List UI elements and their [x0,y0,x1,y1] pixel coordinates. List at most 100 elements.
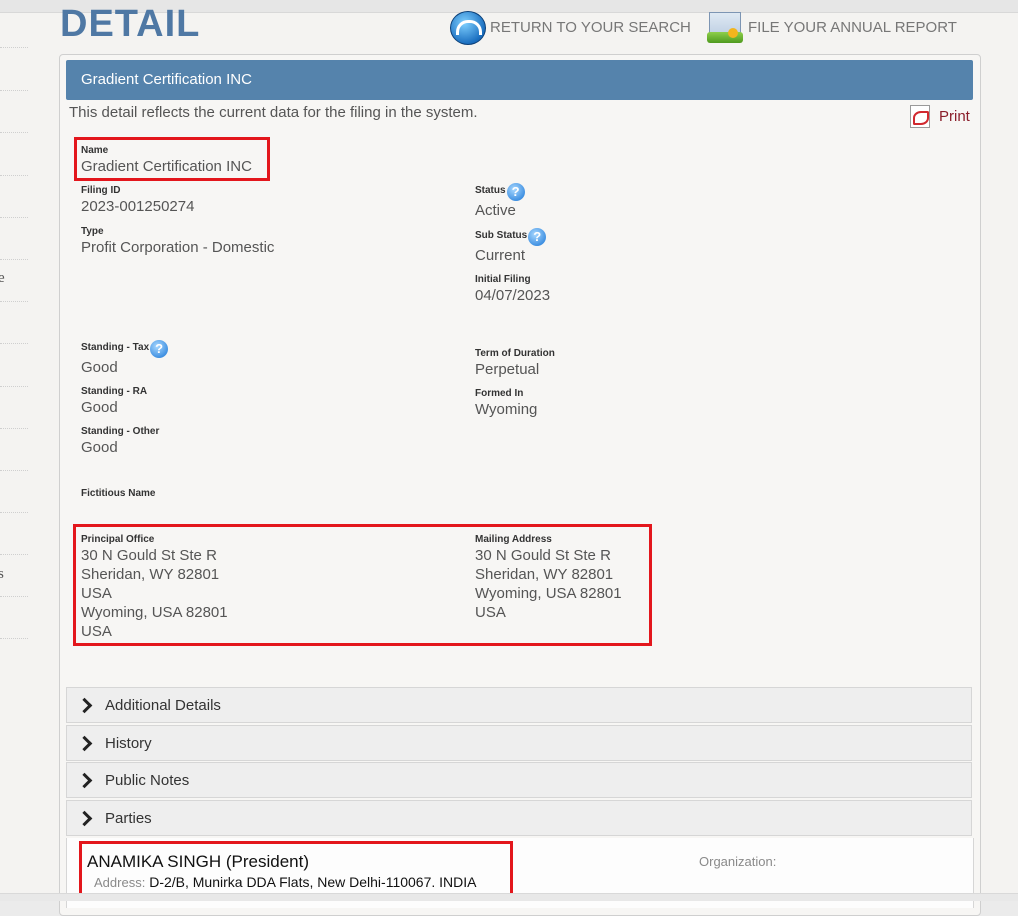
nav-separator [0,259,28,260]
field-value: Gradient Certification INC [81,158,252,175]
nav-separator [0,47,28,48]
address-line: Wyoming, USA 82801 [81,604,228,621]
field-label: Type [81,226,104,237]
chevron-right-icon [76,810,93,826]
address-line: 30 N Gould St Ste R [475,547,611,564]
party-name: ANAMIKA SINGH (President) [87,852,310,871]
chevron-right-icon [76,735,93,751]
section-history[interactable]: History [66,725,972,761]
return-arrow-icon [448,10,486,45]
field-label-text: Standing - Tax [81,342,150,353]
nav-separator [0,470,28,471]
field-sub-status: Sub Status? Current [475,228,547,265]
field-value: Wyoming [475,401,538,418]
section-public-notes[interactable]: Public Notes [66,762,972,798]
field-label: Standing - Tax? [81,340,169,358]
field-term-of-duration: Term of Duration Perpetual [475,347,555,379]
nav-separator [0,638,28,639]
field-label: Principal Office [81,534,155,545]
field-label: Sub Status? [475,228,547,246]
field-name: Name Gradient Certification INC [81,144,252,176]
field-formed-in: Formed In Wyoming [475,387,537,419]
print-button[interactable]: Print [910,105,970,128]
field-principal-office: Principal Office 30 N Gould St Ste R She… [81,533,228,641]
address-line: Wyoming, USA 82801 [475,585,622,602]
address-line: USA [81,623,112,640]
section-additional-details[interactable]: Additional Details [66,687,972,723]
nav-separator [0,512,28,513]
section-label: Additional Details [105,696,221,714]
nav-separator [0,386,28,387]
field-filing-id: Filing ID 2023-001250274 [81,184,194,216]
field-value: Active [475,202,516,219]
entity-title-bar: Gradient Certification INC [66,60,973,100]
field-label: Initial Filing [475,274,531,285]
field-value: Good [81,399,118,416]
nav-separator [0,217,28,218]
field-value: Perpetual [475,361,540,378]
nav-separator [0,132,28,133]
return-to-search-label: RETURN TO YOUR SEARCH [490,18,691,36]
nav-separator [0,343,28,344]
help-icon[interactable]: ? [528,228,547,246]
file-annual-report-link[interactable]: FILE YOUR ANNUAL REPORT [706,10,957,44]
nav-separator [0,596,28,597]
section-label: Public Notes [105,771,190,789]
page: e s DETAIL RETURN TO YOUR SEARCH FILE YO… [0,0,1018,916]
address-line: 30 N Gould St Ste R [81,547,217,564]
field-label: Fictitious Name [81,488,156,499]
party-address-value: D-2/B, Munirka DDA Flats, New Delhi-1100… [149,874,477,890]
section-parties[interactable]: Parties [66,800,972,836]
field-fictitious-name: Fictitious Name [81,487,155,500]
field-standing-tax: Standing - Tax? Good [81,340,169,377]
pdf-icon [910,105,930,128]
address-line: USA [475,604,506,621]
nav-separator [0,301,28,302]
field-value: Profit Corporation - Domestic [81,239,275,256]
field-label: Standing - RA [81,386,148,397]
left-nav-cropped: e s [0,0,30,900]
party-address: Address: D-2/B, Munirka DDA Flats, New D… [94,874,477,890]
nav-separator [0,175,28,176]
section-label: Parties [105,809,152,827]
nav-item-fragment[interactable]: e [0,270,5,287]
field-label: Term of Duration [475,348,555,359]
field-type: Type Profit Corporation - Domestic [81,225,274,257]
address-line: Sheridan, WY 82801 [475,566,614,583]
field-value: 2023-001250274 [81,198,195,215]
address-line: USA [81,585,112,602]
help-icon[interactable]: ? [506,183,525,201]
organization-label: Organization: [699,854,777,869]
nav-separator [0,90,28,91]
return-to-search-link[interactable]: RETURN TO YOUR SEARCH [448,10,691,45]
field-standing-other: Standing - Other Good [81,425,159,457]
field-value: Current [475,247,526,264]
field-initial-filing: Initial Filing 04/07/2023 [475,273,550,305]
field-standing-ra: Standing - RA Good [81,385,147,417]
field-label: Status? [475,183,525,201]
report-document-icon [706,10,744,44]
nav-item-fragment[interactable]: s [0,566,4,583]
field-value: Good [81,439,118,456]
field-label: Filing ID [81,185,121,196]
field-label: Name [81,145,109,156]
chevron-right-icon [76,772,93,788]
detail-intro-text: This detail reflects the current data fo… [69,104,478,121]
chevron-right-icon [76,697,93,713]
field-value: Good [81,359,118,376]
address-line: Sheridan, WY 82801 [81,566,220,583]
field-status: Status? Active [475,183,525,220]
section-label: History [105,734,152,752]
file-annual-report-label: FILE YOUR ANNUAL REPORT [748,18,957,36]
field-label-text: Status [475,185,506,196]
field-label: Formed In [475,388,524,399]
field-label: Standing - Other [81,426,160,437]
help-icon[interactable]: ? [150,340,169,358]
print-label: Print [939,107,970,125]
party-address-label: Address: [94,875,146,890]
field-label: Mailing Address [475,534,552,545]
field-value: 04/07/2023 [475,287,551,304]
field-label-text: Sub Status [475,230,528,241]
nav-separator [0,554,28,555]
field-mailing-address: Mailing Address 30 N Gould St Ste R Sher… [475,533,622,622]
